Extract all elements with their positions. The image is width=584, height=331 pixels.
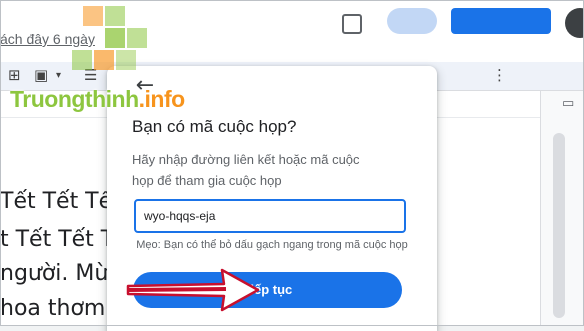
- share-button[interactable]: [451, 8, 551, 34]
- annotation-arrow-icon: [126, 268, 260, 312]
- add-comment-icon[interactable]: ⊞: [8, 66, 21, 84]
- dialog-description: Hãy nhập đường liên kết hoặc mã cuộc họp…: [132, 152, 360, 188]
- watermark-text: Truongthinh.info: [10, 86, 185, 113]
- dialog-hint: Mẹo: Bạn có thể bỏ dấu gạch ngang trong …: [136, 239, 408, 251]
- outline-icon[interactable]: ▭: [562, 95, 574, 111]
- document-text-line: người. Mừn: [0, 261, 123, 286]
- more-icon[interactable]: ⋮: [492, 66, 507, 84]
- document-text-line: hoa thơm: [0, 296, 106, 321]
- watermark-suffix: .info: [138, 86, 186, 112]
- watermark-brand: Truongthinh: [10, 86, 139, 112]
- insert-image-icon[interactable]: ▣: [34, 66, 48, 84]
- watermark-logo-icon: [72, 6, 156, 80]
- chevron-down-icon[interactable]: ▾: [56, 70, 61, 81]
- meeting-code-input[interactable]: [134, 199, 406, 233]
- present-icon[interactable]: [342, 14, 362, 34]
- dialog-title: Bạn có mã cuộc họp?: [132, 117, 297, 136]
- meet-button[interactable]: [387, 8, 437, 34]
- vertical-scrollbar[interactable]: [553, 133, 565, 318]
- avatar[interactable]: [565, 8, 584, 38]
